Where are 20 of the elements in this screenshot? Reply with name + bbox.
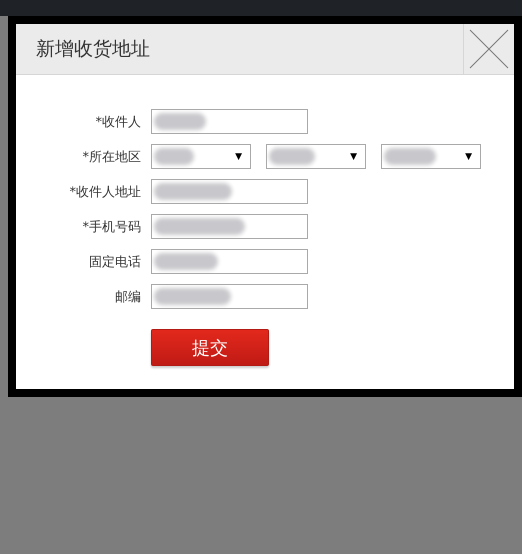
dropdown-arrow: ▼ xyxy=(350,152,357,162)
submit-button[interactable]: 提交 xyxy=(151,329,269,366)
input-field[interactable] xyxy=(151,179,308,204)
dialog-title: 新增收货地址 xyxy=(36,37,150,62)
close-icon xyxy=(469,29,509,69)
field-label: *所在地区 xyxy=(82,148,141,166)
field-label: 固定电话 xyxy=(88,254,141,270)
region-select[interactable]: ▼ xyxy=(151,144,251,169)
region-select[interactable]: ▼ xyxy=(266,144,366,169)
dropdown-arrow: ▼ xyxy=(465,152,472,162)
field-label: 邮编 xyxy=(114,288,141,306)
region-select[interactable]: ▼ xyxy=(381,144,481,169)
input-field[interactable] xyxy=(151,249,308,274)
dropdown-arrow: ▼ xyxy=(235,152,242,162)
input-field[interactable] xyxy=(151,109,308,134)
field-label: *收件人地址 xyxy=(68,184,141,200)
field-label: *收件人 xyxy=(94,114,141,130)
input-field[interactable] xyxy=(151,284,308,309)
input-field[interactable] xyxy=(151,214,308,239)
field-label: *手机号码 xyxy=(82,218,141,236)
